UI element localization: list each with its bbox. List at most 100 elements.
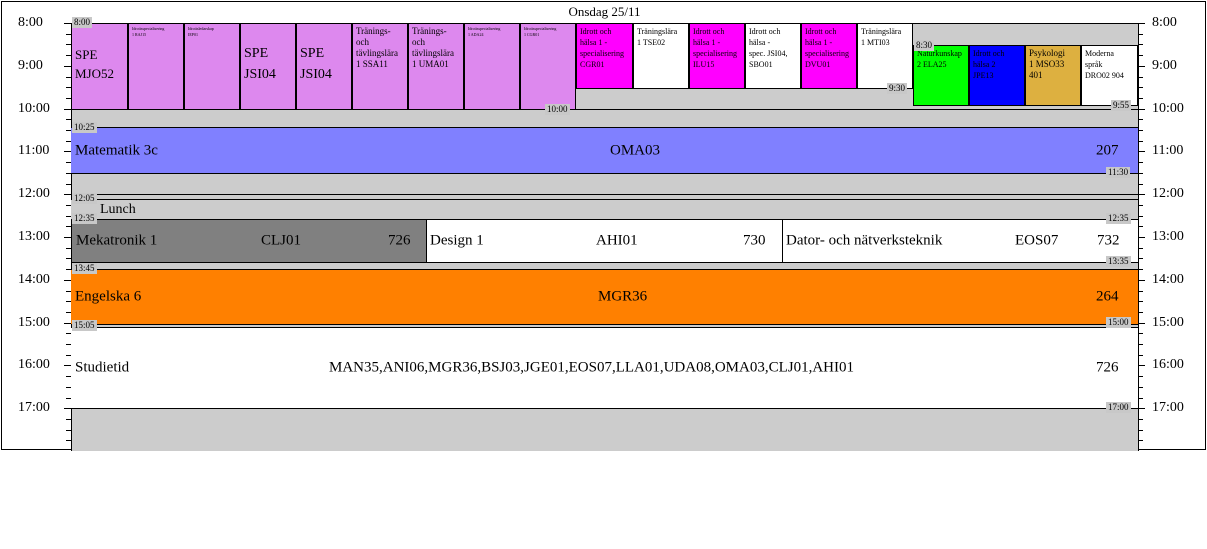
tick (1138, 87, 1143, 89)
tick (1138, 386, 1143, 388)
lesson-text: SPE MJO52 (72, 24, 127, 85)
lesson-line: Idrott och (973, 49, 1005, 58)
lesson-block[interactable]: Träningslära 1 TSE02 (633, 23, 689, 89)
hour-label-right: 13:00 (1152, 229, 1184, 244)
lesson-block[interactable]: Idrott och hälsa 1 - specialisering ILU15 (689, 23, 745, 89)
lesson-block[interactable]: Träningslära 1 MTI03 (857, 23, 913, 89)
tick (1138, 204, 1143, 206)
lesson-line: hälsa 2 (973, 60, 996, 69)
time-label: 13:45 (72, 263, 97, 274)
lesson-line: 1 MTI03 (861, 38, 890, 47)
lesson-studietid[interactable]: Studietid MAN35,ANI06,MGR36,BSJ03,JGE01,… (71, 327, 1138, 409)
lesson-line: SBO01 (749, 60, 773, 69)
lesson-line: språk (1085, 60, 1103, 69)
lesson-text: Träningslära 1 TSE02 (634, 24, 688, 50)
lesson-text: Idrott och hälsa 1 - specialisering ILU15 (690, 24, 744, 72)
tick (1138, 301, 1143, 303)
lesson-line: Tränings- (356, 26, 391, 36)
hour-label-left: 12:00 (18, 186, 50, 202)
tick (1138, 226, 1143, 228)
lesson-line: hälsa 1 - (805, 38, 833, 47)
lesson-block[interactable]: Moderna språk DRO02 904 (1081, 45, 1138, 106)
lesson-text: Träningslära 1 MTI03 (858, 24, 912, 50)
hour-label-left: 10:00 (18, 100, 50, 116)
lesson-design[interactable]: Design 1 AHI01 730 (427, 219, 783, 263)
lesson-block[interactable]: Tränings-och tävlingslära 1 UMA01 (408, 23, 464, 110)
lesson-line: DRO02 904 (1085, 71, 1124, 80)
lesson-block[interactable]: Idrott och hälsa - spec. JSI04, SBO01 (745, 23, 801, 89)
hour-label-right: 11:00 (1152, 143, 1184, 159)
lesson-name: Studietid (75, 359, 130, 376)
lesson-block[interactable]: Idrottsledarskap IEP01 (184, 23, 240, 110)
tick (1138, 162, 1143, 164)
lesson-line: 1 SSA11 (356, 59, 388, 69)
lesson-line: 2 ELA25 (917, 60, 947, 69)
lesson-engelska[interactable]: Engelska 6 MGR36 264 (71, 269, 1138, 325)
lesson-line: DVU01 (805, 60, 831, 69)
lesson-code: EOS07 (1015, 232, 1059, 249)
time-label: 10:25 (72, 122, 97, 133)
lesson-block[interactable]: Idrottsspecialisering 1 ADA24 (464, 23, 520, 110)
lesson-line: 1 ADA24 (468, 32, 484, 37)
lesson-line: tävlingslära (412, 48, 454, 58)
lesson-name: Dator- och nätverksteknik (786, 232, 943, 249)
lesson-code: AHI01 (596, 232, 638, 249)
lesson-block[interactable]: Psykologi 1 MSO33 401 (1025, 45, 1081, 106)
time-label: 8:00 (72, 17, 93, 28)
lesson-line: Idrott och (805, 27, 837, 36)
lesson-room: 730 (743, 232, 766, 249)
lesson-line: Idrott och (749, 27, 781, 36)
tick (1138, 440, 1143, 442)
lesson-line: SPE (75, 47, 98, 62)
lesson-block[interactable]: Idrott och hälsa 2 JPE13 (969, 45, 1025, 106)
lesson-line: JSI04 (244, 67, 276, 82)
lesson-line: specialisering (580, 49, 624, 58)
lesson-line: specialisering (805, 49, 849, 58)
lesson-line: 1 RAJ15 (132, 32, 147, 37)
lesson-text: Idrottsspecialisering 1 CGR01 (521, 24, 575, 40)
tick (66, 418, 71, 420)
lesson-mekatronik[interactable]: Mekatronik 1 CLJ01 726 (71, 219, 427, 263)
lesson-dator[interactable]: Dator- och nätverksteknik EOS07 732 (783, 219, 1138, 263)
lesson-line: MJO52 (75, 66, 115, 81)
lesson-block[interactable]: SPE JSI04 (240, 23, 296, 110)
hour-label-right: 17:00 (1152, 400, 1184, 416)
lesson-text: Moderna språk DRO02 904 (1082, 46, 1137, 83)
lesson-block[interactable]: Tränings-och tävlingslära 1 SSA11 (352, 23, 408, 110)
hour-label-left: 11:00 (18, 143, 50, 159)
lesson-block[interactable]: Idrott och hälsa 1 - specialisering DVU01 (801, 23, 857, 89)
time-label: 12:35 (1106, 213, 1131, 224)
time-label: 17:00 (1106, 402, 1131, 413)
lesson-block[interactable]: SPE MJO52 (71, 23, 128, 110)
lesson-block[interactable]: SPE JSI04 (296, 23, 352, 110)
lesson-line: Psykologi (1029, 48, 1066, 58)
tick (66, 429, 71, 431)
lesson-text: Idrott och hälsa 1 - specialisering CGR01 (577, 24, 632, 72)
lesson-block[interactable]: Idrott och hälsa 1 - specialisering CGR01 (576, 23, 633, 89)
lesson-line: Träningslära (637, 27, 678, 36)
lesson-name: Mekatronik 1 (76, 232, 158, 249)
lunch-label: Lunch (100, 201, 136, 217)
tick (1138, 44, 1143, 46)
lesson-text: SPE JSI04 (297, 24, 351, 87)
lesson-matematik[interactable]: Matematik 3c OMA03 207 (71, 127, 1138, 174)
lesson-block[interactable]: Naturkunskap 2 ELA25 (913, 45, 969, 106)
lesson-line: SPE (300, 46, 325, 61)
hour-label-left: 13:00 (18, 229, 50, 244)
hour-label-right: 16:00 (1152, 357, 1184, 373)
lesson-text: Tränings-och tävlingslära 1 UMA01 (409, 24, 463, 72)
lesson-text: Idrott och hälsa 2 JPE13 (970, 46, 1024, 83)
lesson-name: Matematik 3c (75, 142, 158, 158)
day-header: Onsdag 25/11 (568, 4, 641, 19)
hour-label-right: 15:00 (1152, 314, 1184, 330)
lesson-block[interactable]: Idrottsspecialisering 1 RAJ15 (128, 23, 184, 110)
hour-label-left: 8:00 (18, 15, 43, 30)
lesson-line: och (412, 37, 425, 47)
lesson-block[interactable]: Idrottsspecialisering 1 CGR01 (520, 23, 576, 110)
lesson-line: 1 UMA01 (412, 59, 449, 69)
lesson-line: 1 MSO33 (1029, 59, 1065, 69)
tick (1138, 269, 1143, 271)
lesson-line: hälsa 1 - (580, 38, 608, 47)
hour-label-left: 14:00 (18, 271, 50, 287)
lesson-line: 1 CGR01 (524, 32, 540, 37)
